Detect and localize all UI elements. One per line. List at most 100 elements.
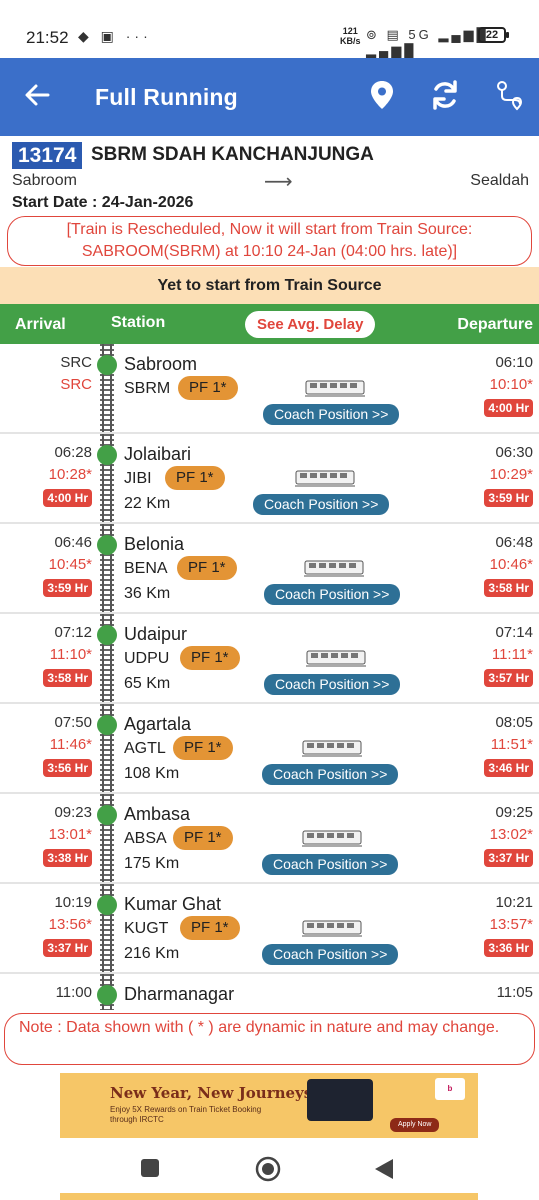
right-arrow-icon: ⟶ bbox=[264, 171, 293, 193]
notification-icons: ◆ ▣ ··· bbox=[78, 28, 152, 44]
reschedule-notice: [Train is Rescheduled, Now it will start… bbox=[7, 216, 532, 266]
platform-badge: PF 1* bbox=[178, 376, 238, 400]
distance: 36 Km bbox=[124, 585, 171, 602]
arrival-actual: SRC bbox=[60, 376, 92, 393]
platform-badge: PF 1* bbox=[173, 736, 233, 760]
arrival-scheduled: 09:23 bbox=[54, 804, 92, 821]
bank-logo: b bbox=[435, 1078, 465, 1100]
station-list[interactable]: SRC SRC Sabroom SBRM PF 1* Coach Position >> 0… bbox=[0, 344, 539, 1010]
system-nav-bar bbox=[0, 1142, 539, 1200]
departure-scheduled: 10:21 bbox=[495, 894, 533, 911]
arrival-delay-badge: 3:59 Hr bbox=[43, 579, 92, 597]
coach-position-button[interactable]: Coach Position >> bbox=[253, 494, 390, 515]
arrival-scheduled: SRC bbox=[60, 354, 92, 371]
arrival-scheduled: 07:50 bbox=[54, 714, 92, 731]
back-arrow-icon[interactable] bbox=[22, 80, 52, 110]
train-coach-icon bbox=[295, 470, 355, 487]
station-row[interactable]: 09:23 13:01* 3:38 Hr Ambasa ABSA PF 1* 175 Km C… bbox=[0, 794, 539, 884]
station-code: BENA bbox=[124, 560, 168, 577]
departure-actual: 11:51* bbox=[490, 736, 533, 753]
refresh-icon[interactable] bbox=[428, 78, 462, 112]
apply-now-button[interactable]: Apply Now bbox=[390, 1118, 440, 1132]
station-row[interactable]: 07:50 11:46* 3:56 Hr Agartala AGTL PF 1* 108 K… bbox=[0, 704, 539, 794]
avg-delay-button[interactable]: See Avg. Delay bbox=[245, 311, 376, 338]
ad-subtitle: Enjoy 5X Rewards on Train Ticket Booking… bbox=[110, 1105, 262, 1124]
station-code: JIBI bbox=[124, 470, 152, 487]
station-name: Kumar Ghat bbox=[124, 894, 222, 914]
arrival-delay-badge: 3:58 Hr bbox=[43, 669, 92, 687]
train-coach-icon bbox=[302, 830, 362, 847]
arrival-delay-badge: 4:00 Hr bbox=[43, 489, 92, 507]
arrival-scheduled: 06:46 bbox=[54, 534, 92, 551]
station-name: Ambasa bbox=[124, 804, 191, 824]
clock: 21:52 bbox=[26, 28, 69, 47]
station-name: Agartala bbox=[124, 714, 192, 734]
station-code: UDPU bbox=[124, 650, 170, 667]
station-name: Belonia bbox=[124, 534, 185, 554]
ad-banner-peek bbox=[60, 1193, 478, 1200]
train-coach-icon bbox=[302, 920, 362, 937]
ad-banner[interactable]: New Year, New Journeys! Enjoy 5X Rewards… bbox=[60, 1073, 478, 1138]
departure-delay-badge: 3:58 Hr bbox=[484, 579, 533, 597]
train-coach-icon bbox=[305, 380, 365, 397]
departure-actual: 13:57* bbox=[489, 916, 533, 933]
departure-scheduled: 09:25 bbox=[495, 804, 533, 821]
departure-scheduled: 11:05 bbox=[496, 984, 533, 1001]
station-row[interactable]: 07:12 11:10* 3:58 Hr Udaipur UDPU PF 1* 65 Km C… bbox=[0, 614, 539, 704]
station-row[interactable]: 06:46 10:45* 3:59 Hr Belonia BENA PF 1* 36 Km C… bbox=[0, 524, 539, 614]
distance: 175 Km bbox=[124, 855, 180, 872]
page-title: Full Running bbox=[95, 84, 238, 110]
route-map-icon[interactable] bbox=[493, 78, 527, 112]
distance: 108 Km bbox=[124, 765, 180, 782]
platform-badge: PF 1* bbox=[173, 826, 233, 850]
coach-position-button[interactable]: Coach Position >> bbox=[262, 854, 399, 875]
column-header: Arrival Station See Avg. Delay Departure bbox=[0, 304, 539, 344]
station-name: Jolaibari bbox=[124, 444, 192, 464]
station-row[interactable]: 06:28 10:28* 4:00 Hr Jolaibari JIBI PF 1* 22 K… bbox=[0, 434, 539, 524]
departure-delay-badge: 3:57 Hr bbox=[484, 669, 533, 687]
arrival-header: Arrival bbox=[15, 316, 66, 333]
status-bar: 21:52 ◆ ▣ ··· 121 KB/s ⊚ ▤ 5G ▂▄▆█ ▂▄▆█ … bbox=[0, 0, 539, 58]
departure-actual: 13:02* bbox=[489, 826, 533, 843]
station-dot-icon bbox=[97, 535, 117, 555]
distance: 65 Km bbox=[124, 675, 171, 692]
station-code: KUGT bbox=[124, 920, 169, 937]
back-nav-icon[interactable] bbox=[374, 1158, 394, 1180]
coach-position-button[interactable]: Coach Position >> bbox=[262, 764, 399, 785]
departure-actual: 10:46* bbox=[489, 556, 533, 573]
arrival-scheduled: 11:00 bbox=[55, 984, 92, 1001]
credit-card-image bbox=[307, 1079, 373, 1121]
coach-position-button[interactable]: Coach Position >> bbox=[264, 584, 401, 605]
station-row[interactable]: 11:00 Dharmanagar 11:05 bbox=[0, 974, 539, 1010]
departure-scheduled: 06:30 bbox=[495, 444, 533, 461]
station-name: Dharmanagar bbox=[124, 984, 235, 1004]
signal-icons: ⊚ ▤ 5G ▂▄▆█ ▂▄▆█ bbox=[366, 27, 489, 58]
home-icon[interactable] bbox=[255, 1156, 281, 1182]
station-header: Station bbox=[111, 314, 166, 331]
start-date: Start Date : 24-Jan-2026 bbox=[12, 194, 194, 211]
recents-icon[interactable] bbox=[140, 1158, 160, 1178]
train-coach-icon bbox=[302, 740, 362, 757]
station-dot-icon bbox=[97, 355, 117, 375]
departure-scheduled: 07:14 bbox=[495, 624, 533, 641]
coach-position-button[interactable]: Coach Position >> bbox=[264, 674, 401, 695]
station-row[interactable]: SRC SRC Sabroom SBRM PF 1* Coach Position >> 0… bbox=[0, 344, 539, 434]
station-dot-icon bbox=[97, 805, 117, 825]
coach-position-button[interactable]: Coach Position >> bbox=[262, 944, 399, 965]
departure-header: Departure bbox=[457, 316, 533, 333]
departure-actual: 10:10* bbox=[489, 376, 533, 393]
coach-position-button[interactable]: Coach Position >> bbox=[263, 404, 400, 425]
platform-badge: PF 1* bbox=[180, 916, 240, 940]
station-row[interactable]: 10:19 13:56* 3:37 Hr Kumar Ghat KUGT PF 1* 216… bbox=[0, 884, 539, 974]
station-dot-icon bbox=[97, 985, 117, 1005]
departure-scheduled: 06:48 bbox=[495, 534, 533, 551]
departure-delay-badge: 3:46 Hr bbox=[484, 759, 533, 777]
platform-badge: PF 1* bbox=[180, 646, 240, 670]
location-pin-icon[interactable] bbox=[365, 78, 399, 112]
station-dot-icon bbox=[97, 715, 117, 735]
arrival-actual: 13:01* bbox=[48, 826, 92, 843]
departure-actual: 10:29* bbox=[489, 466, 533, 483]
departure-scheduled: 06:10 bbox=[495, 354, 533, 371]
platform-badge: PF 1* bbox=[165, 466, 225, 490]
station-code: SBRM bbox=[124, 380, 171, 397]
